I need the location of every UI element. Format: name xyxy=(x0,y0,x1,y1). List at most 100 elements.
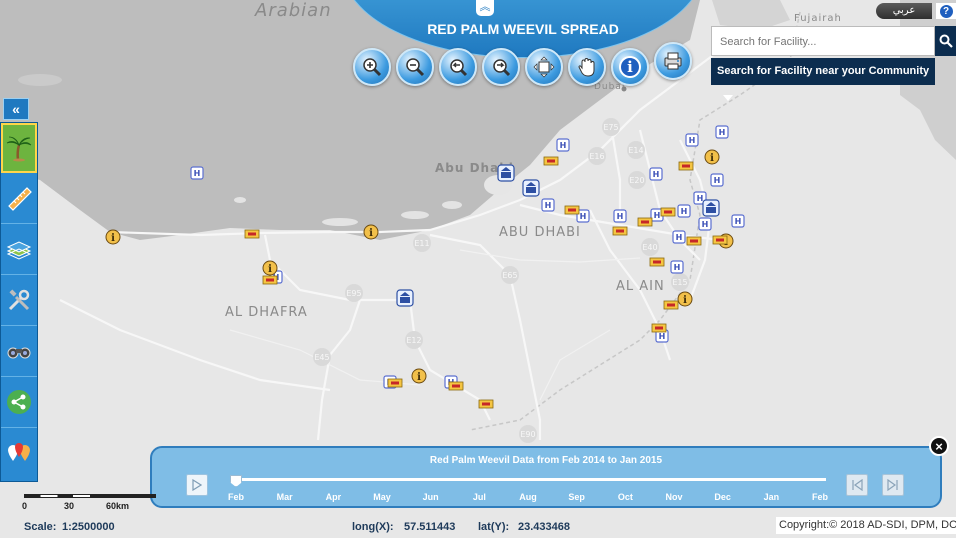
hospital-marker-icon[interactable]: H xyxy=(698,217,712,231)
sidebar-item-tools[interactable] xyxy=(1,275,37,326)
close-timeline-button[interactable]: × xyxy=(929,436,949,456)
hand-icon xyxy=(578,57,595,77)
svg-text:E95: E95 xyxy=(346,289,361,298)
hospital-marker-icon[interactable]: H xyxy=(731,214,745,228)
pan-button[interactable] xyxy=(568,48,606,86)
weevil-report-marker-icon[interactable] xyxy=(637,217,653,227)
government-building-marker-icon[interactable] xyxy=(522,179,540,197)
info-marker-icon[interactable]: i xyxy=(411,368,427,384)
zoom-out-button[interactable] xyxy=(396,48,434,86)
government-building-marker-icon[interactable] xyxy=(497,164,515,182)
hospital-marker-icon[interactable]: H xyxy=(649,167,663,181)
weevil-report-marker-icon[interactable] xyxy=(564,205,580,215)
weevil-report-marker-icon[interactable] xyxy=(712,235,728,245)
info-marker-icon[interactable]: i xyxy=(363,224,379,240)
timeline-month-label[interactable]: Jun xyxy=(423,492,439,502)
print-button[interactable] xyxy=(654,42,692,80)
hospital-marker-icon[interactable]: H xyxy=(670,260,684,274)
search-input[interactable] xyxy=(718,28,922,56)
help-button[interactable]: ? xyxy=(936,3,956,19)
hospital-marker-icon[interactable]: H xyxy=(613,209,627,223)
abu-dhabi-region-label: ABU DHABI xyxy=(499,225,581,240)
step-forward-button[interactable] xyxy=(882,474,904,496)
timeline-month-label[interactable]: Dec xyxy=(714,492,731,502)
weevil-report-marker-icon[interactable] xyxy=(649,257,665,267)
hospital-marker-icon[interactable]: H xyxy=(710,173,724,187)
hospital-marker-icon[interactable]: H xyxy=(541,198,555,212)
info-marker-icon[interactable]: i xyxy=(262,260,278,276)
timeline-month-label[interactable]: Feb xyxy=(812,492,828,502)
timeline-month-label[interactable]: Nov xyxy=(665,492,682,502)
hospital-marker-icon[interactable]: H xyxy=(672,230,686,244)
timeline-month-label[interactable]: Aug xyxy=(519,492,537,502)
al-dhafra-label: AL DHAFRA xyxy=(225,305,308,320)
weevil-report-marker-icon[interactable] xyxy=(651,323,667,333)
weevil-report-marker-icon[interactable] xyxy=(448,381,464,391)
zoom-in-button[interactable] xyxy=(353,48,391,86)
previous-extent-button[interactable] xyxy=(439,48,477,86)
svg-text:E45: E45 xyxy=(314,353,329,362)
timeline-month-label[interactable]: Sep xyxy=(568,492,585,502)
timeline-month-label[interactable]: Jan xyxy=(764,492,780,502)
timeline-month-label[interactable]: Feb xyxy=(228,492,244,502)
hospital-marker-icon[interactable]: H xyxy=(556,138,570,152)
timeline-month-label[interactable]: Oct xyxy=(618,492,633,502)
info-marker-icon[interactable]: i xyxy=(677,291,693,307)
hospital-marker-icon[interactable]: H xyxy=(685,133,699,147)
sidebar-item-basemap[interactable] xyxy=(1,224,37,275)
timeline-month-label[interactable]: Mar xyxy=(277,492,293,502)
svg-text:E20: E20 xyxy=(629,176,644,185)
government-building-marker-icon[interactable] xyxy=(702,199,720,217)
timeline-month-label[interactable]: Jul xyxy=(473,492,486,502)
basemap-icon xyxy=(6,241,32,260)
weevil-report-marker-icon[interactable] xyxy=(660,207,676,217)
weevil-report-marker-icon[interactable] xyxy=(478,399,494,409)
search-button[interactable] xyxy=(935,26,956,56)
weevil-report-marker-icon[interactable] xyxy=(663,300,679,310)
step-back-button[interactable] xyxy=(846,474,868,496)
weevil-report-marker-icon[interactable] xyxy=(686,236,702,246)
svg-text:E15: E15 xyxy=(672,278,687,287)
svg-text:E40: E40 xyxy=(642,243,657,252)
road-shield-e11: E11 xyxy=(413,234,431,252)
weevil-report-marker-icon[interactable] xyxy=(244,229,260,239)
scale-tick-60: 60km xyxy=(106,501,130,511)
timeline-month-label[interactable]: May xyxy=(373,492,391,502)
svg-text:H: H xyxy=(659,332,666,341)
timeline-track[interactable] xyxy=(234,478,826,481)
hospital-marker-icon[interactable]: H xyxy=(715,125,729,139)
collapse-header-button[interactable]: ︽ xyxy=(476,0,494,16)
sidebar-collapse-button[interactable]: « xyxy=(3,98,29,120)
sidebar-item-share[interactable] xyxy=(1,377,37,428)
sidebar-item-palm-tree[interactable] xyxy=(1,123,37,173)
sidebar-item-binoculars[interactable] xyxy=(1,326,37,377)
timeline-panel: Red Palm Weevil Data from Feb 2014 to Ja… xyxy=(150,446,942,508)
weevil-report-marker-icon[interactable] xyxy=(678,161,694,171)
road-shield-e15: E15 xyxy=(671,273,689,291)
sidebar-item-locations[interactable] xyxy=(1,428,37,478)
info-marker-icon[interactable]: i xyxy=(105,229,121,245)
language-toggle[interactable]: عربي xyxy=(876,3,932,19)
info-marker-icon[interactable]: i xyxy=(704,149,720,165)
timeline-slider-handle[interactable] xyxy=(230,475,242,487)
svg-text:H: H xyxy=(735,217,742,226)
svg-text:H: H xyxy=(194,169,201,178)
hospital-marker-icon[interactable]: H xyxy=(190,166,204,180)
government-building-marker-icon[interactable] xyxy=(396,289,414,307)
weevil-report-marker-icon[interactable] xyxy=(387,378,403,388)
next-extent-button[interactable] xyxy=(482,48,520,86)
sidebar-item-measure[interactable] xyxy=(1,173,37,224)
svg-text:H: H xyxy=(719,128,726,137)
hospital-marker-icon[interactable]: H xyxy=(677,204,691,218)
full-extent-button[interactable] xyxy=(525,48,563,86)
near-community-dropdown[interactable]: Search for Facility near your Community xyxy=(711,58,935,102)
weevil-report-marker-icon[interactable] xyxy=(612,226,628,236)
svg-text:H: H xyxy=(653,170,660,179)
svg-text:E12: E12 xyxy=(406,336,421,345)
weevil-report-marker-icon[interactable] xyxy=(262,275,278,285)
svg-text:i: i xyxy=(417,372,421,383)
play-button[interactable] xyxy=(186,474,208,496)
identify-button[interactable]: i xyxy=(611,48,649,86)
weevil-report-marker-icon[interactable] xyxy=(543,156,559,166)
timeline-month-label[interactable]: Apr xyxy=(326,492,342,502)
